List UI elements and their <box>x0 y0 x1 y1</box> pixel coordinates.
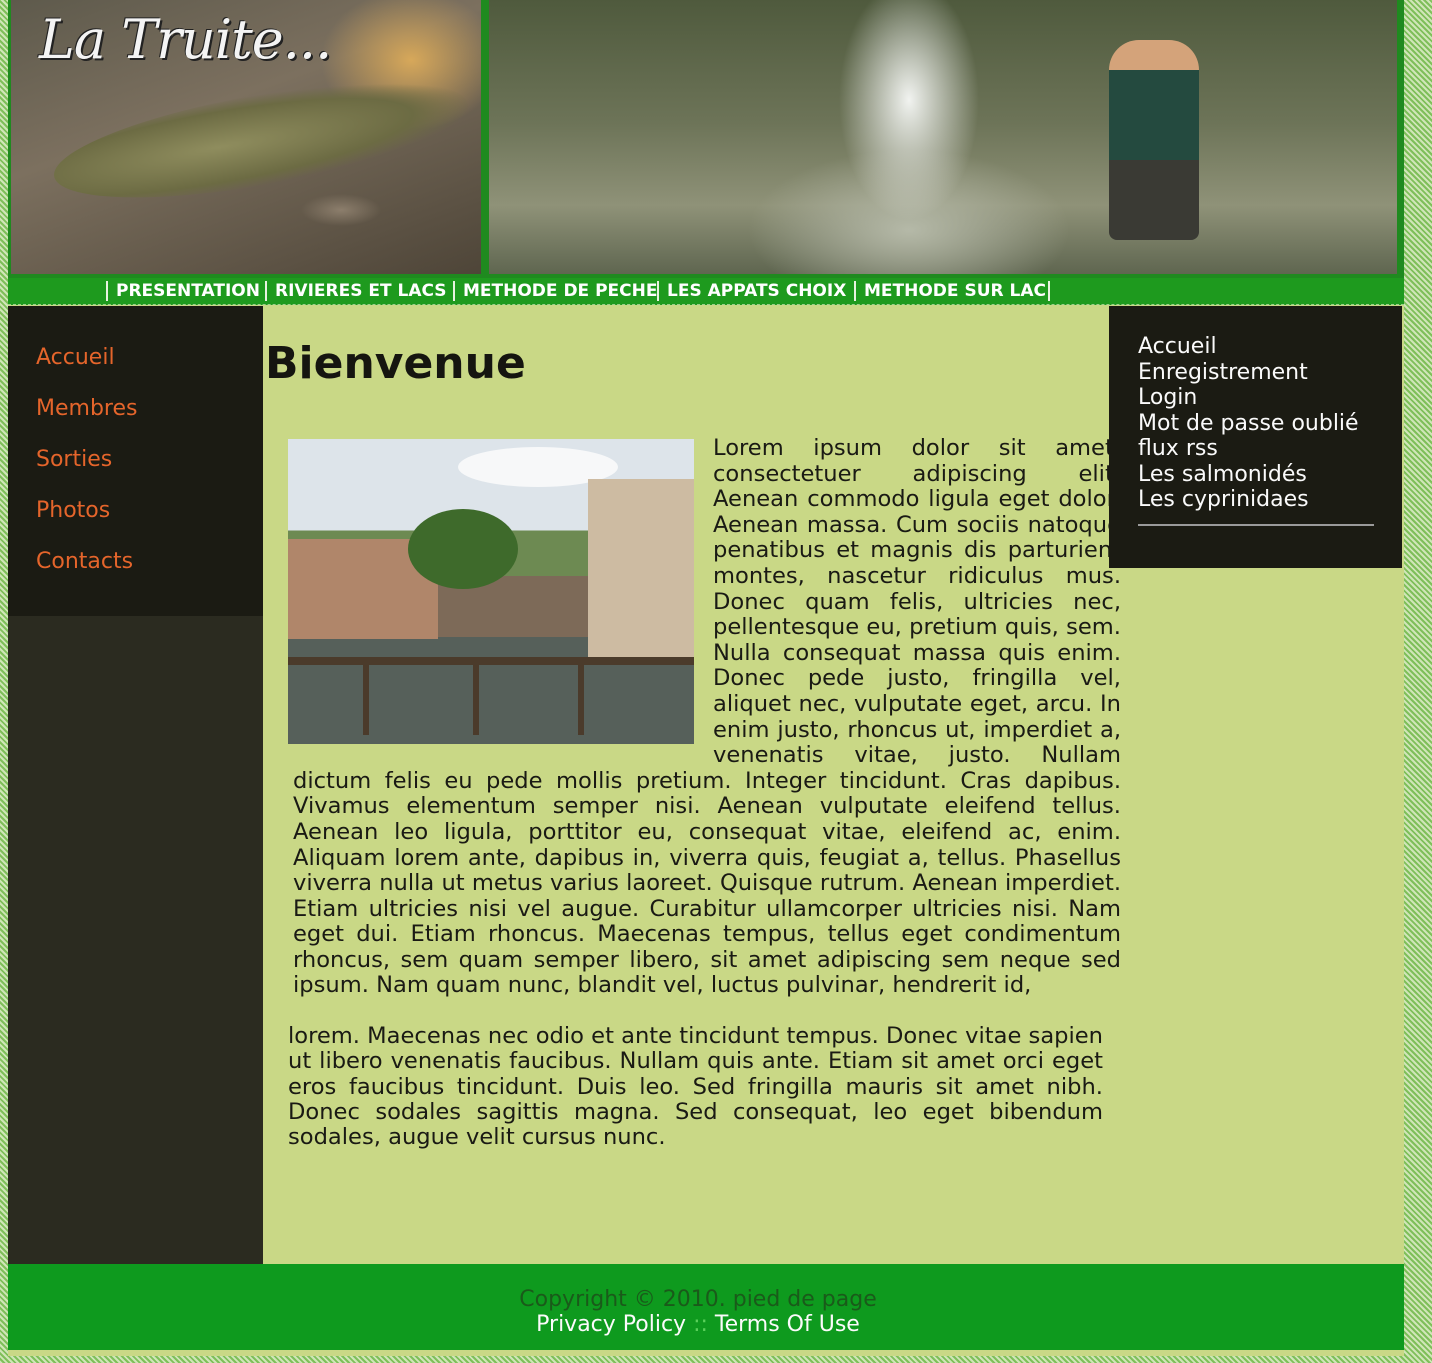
nav-methode-sur-lac[interactable]: METHODE SUR LAC <box>864 280 1046 302</box>
nav-presentation[interactable]: PRESENTATION <box>116 280 260 302</box>
main-paragraph: Lorem ipsum dolor sit amet, consectetuer… <box>293 435 1121 999</box>
nav-les-appats-choix[interactable]: LES APPATS CHOIX <box>667 280 846 302</box>
left-sidebar: Accueil Membres Sorties Photos Contacts <box>8 306 263 1264</box>
header-banner: La Truite... <box>8 0 1404 278</box>
right-item-enregistrement[interactable]: Enregistrement <box>1138 360 1308 385</box>
sidebar-item-photos[interactable]: Photos <box>36 498 110 523</box>
fisherman-illustration <box>1109 40 1199 240</box>
page: La Truite... PRESENTATION RIVIERES ET LA… <box>8 0 1404 1356</box>
nav-methode-de-peche[interactable]: METHODE DE PECHE <box>463 280 657 302</box>
nav-separator <box>106 281 108 301</box>
main-paragraph-continued: lorem. Maecenas nec odio et ante tincidu… <box>288 1023 1103 1151</box>
right-item-cyprinidaes[interactable]: Les cyprinidaes <box>1138 487 1309 512</box>
footer-copyright: Copyright © 2010. pied de page <box>519 1287 877 1312</box>
right-menu-box: Accueil Enregistrement Login Mot de pass… <box>1109 306 1402 568</box>
nav-rivieres-et-lacs[interactable]: RIVIERES ET LACS <box>275 280 447 302</box>
photo-spacer <box>293 436 713 766</box>
left-menu-box: Accueil Membres Sorties Photos Contacts <box>8 306 263 616</box>
right-item-salmonides[interactable]: Les salmonidés <box>1138 462 1307 487</box>
header-fisherman-image <box>489 0 1397 274</box>
right-item-mot-de-passe[interactable]: Mot de passe oublié <box>1138 411 1359 436</box>
sidebar-item-contacts[interactable]: Contacts <box>36 549 133 574</box>
right-menu-divider <box>1138 524 1374 526</box>
page-title: Bienvenue <box>265 338 526 389</box>
trout-illustration <box>46 59 476 221</box>
right-item-login[interactable]: Login <box>1138 385 1197 410</box>
site-logo[interactable]: La Truite... <box>39 8 332 71</box>
footer-separator: :: <box>693 1312 708 1337</box>
right-item-flux-rss[interactable]: flux rss <box>1138 436 1218 461</box>
nav-separator <box>1048 281 1050 301</box>
nav-separator <box>453 281 455 301</box>
footer-links: Privacy Policy :: Terms Of Use <box>8 1312 1388 1337</box>
right-item-accueil[interactable]: Accueil <box>1138 334 1217 359</box>
header-trout-image: La Truite... <box>11 0 481 274</box>
sidebar-item-accueil[interactable]: Accueil <box>36 345 115 370</box>
nav-separator <box>265 281 267 301</box>
sidebar-item-membres[interactable]: Membres <box>36 396 137 421</box>
terms-of-use-link[interactable]: Terms Of Use <box>715 1312 860 1337</box>
nav-separator <box>854 281 856 301</box>
privacy-policy-link[interactable]: Privacy Policy <box>536 1312 686 1337</box>
nav-separator <box>657 281 659 301</box>
sidebar-item-sorties[interactable]: Sorties <box>36 447 112 472</box>
top-navigation: PRESENTATION RIVIERES ET LACS METHODE DE… <box>8 278 1404 305</box>
